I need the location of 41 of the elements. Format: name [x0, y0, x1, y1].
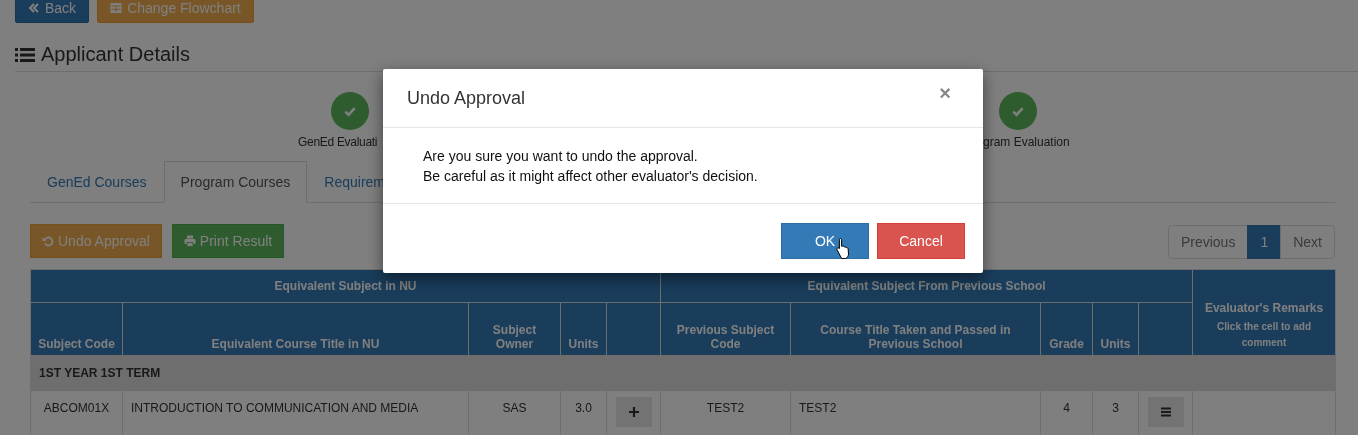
ok-button[interactable]: OK [781, 223, 869, 259]
column-group-header: Equivalent Subject From Previous School [660, 269, 1193, 303]
list-icon [15, 46, 35, 63]
print-result-button[interactable]: Print Result [171, 224, 285, 258]
column-header: Units [1092, 302, 1139, 356]
pagination-link[interactable]: Previous [1167, 225, 1249, 259]
tab[interactable]: GenEd Courses [30, 161, 164, 203]
pagination-link[interactable]: Next [1280, 225, 1335, 259]
step-label: GenEd Evaluati [298, 135, 378, 149]
term-row: 1ST YEAR 1ST TERM [30, 355, 1336, 391]
column-header: Units [560, 302, 607, 356]
cancel-button[interactable]: Cancel [877, 223, 965, 259]
dialog-message: Be careful as it might affect other evaluator's decision. [423, 167, 759, 186]
undo-approval-button[interactable]: Undo Approval [30, 224, 162, 258]
table-cell: ABCOM01X [30, 390, 123, 435]
dialog-message: Are you sure you want to undo the approval. [423, 147, 699, 166]
column-group-header: Equivalent Subject in NU [30, 269, 661, 303]
double-chevron-icon [28, 2, 40, 14]
column-header: Evaluator's Remarks Click the cell to add comment [1192, 269, 1336, 356]
close-button[interactable]: × [931, 81, 959, 115]
hand-cursor-icon [835, 237, 851, 259]
column-header: Previous Subject Code [660, 302, 791, 356]
back-button[interactable]: Back [15, 0, 90, 23]
plus-icon [627, 406, 640, 418]
step-label: gram Evaluation [983, 135, 1070, 149]
column-header: Course Title Taken and Passed in Previous School [790, 302, 1041, 356]
tab[interactable]: Requirem [307, 161, 402, 203]
column-header: Subject Code [30, 302, 123, 356]
column-header: Equivalent Course Title in NU [122, 302, 469, 356]
add-button[interactable] [615, 397, 652, 427]
column-header: Grade [1040, 302, 1093, 356]
change-flowchart-button[interactable]: Change Flowchart [97, 0, 254, 23]
table-icon [110, 2, 123, 14]
undo-icon [42, 235, 54, 247]
dialog-title: Undo Approval [407, 87, 526, 109]
pagination-link[interactable]: 1 [1247, 225, 1282, 259]
tab[interactable]: Program Courses [163, 161, 308, 203]
menu-button[interactable] [1147, 397, 1184, 427]
menu-icon [1159, 406, 1172, 418]
printer-icon [183, 235, 196, 247]
column-header: Subject Owner [468, 302, 561, 356]
